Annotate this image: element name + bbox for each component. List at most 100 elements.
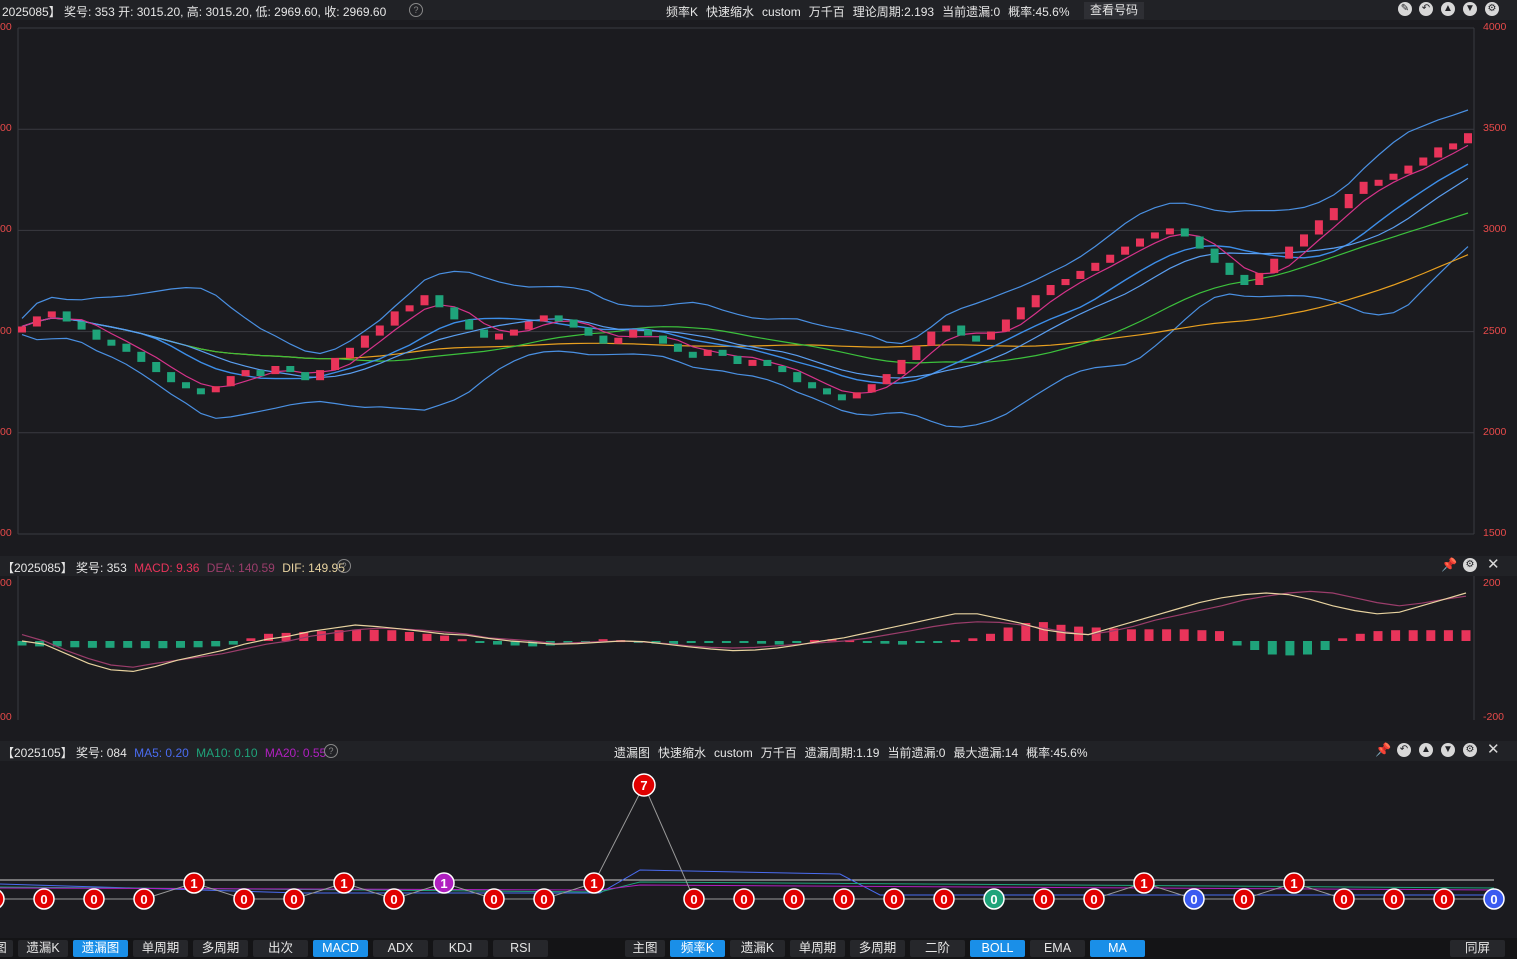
- tab-频率K[interactable]: 频率K: [670, 940, 725, 957]
- tab-多周期[interactable]: 多周期: [193, 940, 248, 957]
- main-header-item-2: custom: [762, 5, 801, 19]
- pin-icon[interactable]: 📌: [1441, 558, 1457, 572]
- candle: [897, 359, 906, 375]
- tab-遗漏K[interactable]: 遗漏K: [730, 940, 785, 957]
- close-icon[interactable]: ✕: [1487, 557, 1500, 573]
- macd-prefix: 【2025085】 奖号: 353: [2, 561, 127, 575]
- tab-遗漏图[interactable]: 遗漏图: [73, 940, 128, 957]
- candle: [703, 349, 712, 356]
- macd-bar: [933, 641, 943, 643]
- macd-bar: [246, 638, 256, 641]
- tab-遗漏K[interactable]: 遗漏K: [18, 940, 68, 957]
- tab-MACD[interactable]: MACD: [313, 940, 368, 957]
- main-chart[interactable]: [0, 20, 1517, 553]
- macd-header: 【2025085】 奖号: 353 MACD: 9.36 DEA: 140.59…: [0, 556, 1517, 576]
- macd-bar: [369, 629, 379, 642]
- macd-bar: [1285, 641, 1295, 656]
- candle: [1210, 248, 1219, 263]
- candle: [1344, 194, 1353, 209]
- candle: [137, 351, 146, 362]
- candle: [1150, 232, 1159, 239]
- tab-KDJ[interactable]: KDJ: [433, 940, 488, 957]
- help-icon[interactable]: ?: [337, 559, 351, 573]
- main-header-item-6: 概率:45.6%: [1008, 5, 1070, 19]
- tab-ADX[interactable]: ADX: [373, 940, 428, 957]
- macd-bar: [898, 641, 907, 645]
- settings-icon[interactable]: ⚙: [1463, 743, 1477, 757]
- miss-point-label: 0: [790, 892, 797, 907]
- tab-MA[interactable]: MA: [1090, 940, 1145, 957]
- miss-point-label: 1: [590, 876, 597, 891]
- miss-point-label: 7: [640, 778, 647, 793]
- candle: [1195, 236, 1204, 249]
- help-icon[interactable]: ?: [324, 744, 338, 758]
- right-axis-label: 3000: [1483, 223, 1507, 236]
- main-header-item-4: 理论周期:2.193: [852, 5, 935, 19]
- left-axis-label: 00: [0, 21, 12, 33]
- sync-screen-button[interactable]: 同屏: [1450, 940, 1505, 957]
- macd-bar: [1373, 631, 1383, 641]
- miss-point-label: 0: [90, 892, 97, 907]
- tab-图[interactable]: 图: [0, 940, 13, 957]
- miss-point-label: 0: [290, 892, 297, 907]
- macd-chart[interactable]: [0, 576, 1517, 720]
- back-icon[interactable]: ↶: [1397, 743, 1411, 757]
- settings-icon[interactable]: ⚙: [1463, 558, 1477, 572]
- up-icon[interactable]: ▲: [1419, 743, 1433, 757]
- pencil-icon[interactable]: ✎: [1398, 2, 1412, 16]
- candle: [614, 337, 623, 344]
- candle: [107, 339, 116, 346]
- tab-主图[interactable]: 主图: [625, 940, 665, 957]
- candle: [539, 315, 548, 322]
- tab-出次[interactable]: 出次: [253, 940, 308, 957]
- macd-bar: [1408, 630, 1418, 641]
- miss-header-item-7: 概率:45.6%: [1026, 746, 1088, 760]
- candle: [122, 343, 131, 352]
- macd-bar: [1338, 638, 1348, 641]
- tab-二阶[interactable]: 二阶: [910, 940, 965, 957]
- candle: [569, 319, 578, 328]
- candle: [1046, 285, 1055, 296]
- miss-header-item-4: 遗漏周期:1.19: [804, 746, 880, 760]
- tab-EMA[interactable]: EMA: [1030, 940, 1085, 957]
- dea-line: [21, 590, 1467, 668]
- tab-BOLL[interactable]: BOLL: [970, 940, 1025, 957]
- miss-point-label: 0: [140, 892, 147, 907]
- right-axis-label: 3500: [1483, 122, 1507, 135]
- tab-多周期[interactable]: 多周期: [850, 940, 905, 957]
- macd-bar: [704, 641, 714, 643]
- pin-icon[interactable]: 📌: [1375, 743, 1391, 757]
- candle: [942, 325, 951, 332]
- macd-bar: [158, 641, 168, 649]
- settings-icon[interactable]: ⚙: [1485, 2, 1499, 16]
- candle: [1091, 262, 1100, 271]
- left-axis-label: 00: [0, 324, 12, 337]
- down-icon[interactable]: ▼: [1463, 2, 1477, 16]
- boll-upper-line: [21, 109, 1469, 355]
- back-icon[interactable]: ↶: [1419, 2, 1433, 16]
- miss-header-item-1: 快速缩水: [658, 746, 707, 760]
- up-icon[interactable]: ▲: [1441, 2, 1455, 16]
- miss-chart-header: 【2025105】 奖号: 084 MA5: 0.20 MA10: 0.10 M…: [0, 741, 1517, 761]
- tab-单周期[interactable]: 单周期: [790, 940, 845, 957]
- macd-info: 【2025085】 奖号: 353 MACD: 9.36 DEA: 140.59…: [2, 559, 345, 576]
- view-numbers-button[interactable]: 查看号码: [1084, 2, 1145, 19]
- tab-单周期[interactable]: 单周期: [133, 940, 188, 957]
- main-header-item-3: 万千百: [808, 5, 845, 19]
- left-axis-label: 00: [0, 122, 12, 135]
- candle: [1061, 279, 1070, 286]
- right-axis-label: 2500: [1483, 324, 1507, 337]
- macd-bar: [1038, 622, 1048, 641]
- macd-bar: [87, 641, 97, 648]
- candle: [196, 388, 205, 395]
- help-icon[interactable]: ?: [409, 3, 423, 17]
- miss-chart[interactable]: 0000100101001700000000010010000: [0, 762, 1517, 938]
- candle: [77, 321, 86, 330]
- candle: [450, 307, 459, 320]
- down-icon[interactable]: ▼: [1441, 743, 1455, 757]
- macd-bar: [1443, 630, 1453, 641]
- macd-value: MACD: 9.36: [134, 561, 200, 575]
- dif-value: DIF: 149.95: [282, 561, 345, 575]
- close-icon[interactable]: ✕: [1487, 742, 1500, 758]
- tab-RSI[interactable]: RSI: [493, 940, 548, 957]
